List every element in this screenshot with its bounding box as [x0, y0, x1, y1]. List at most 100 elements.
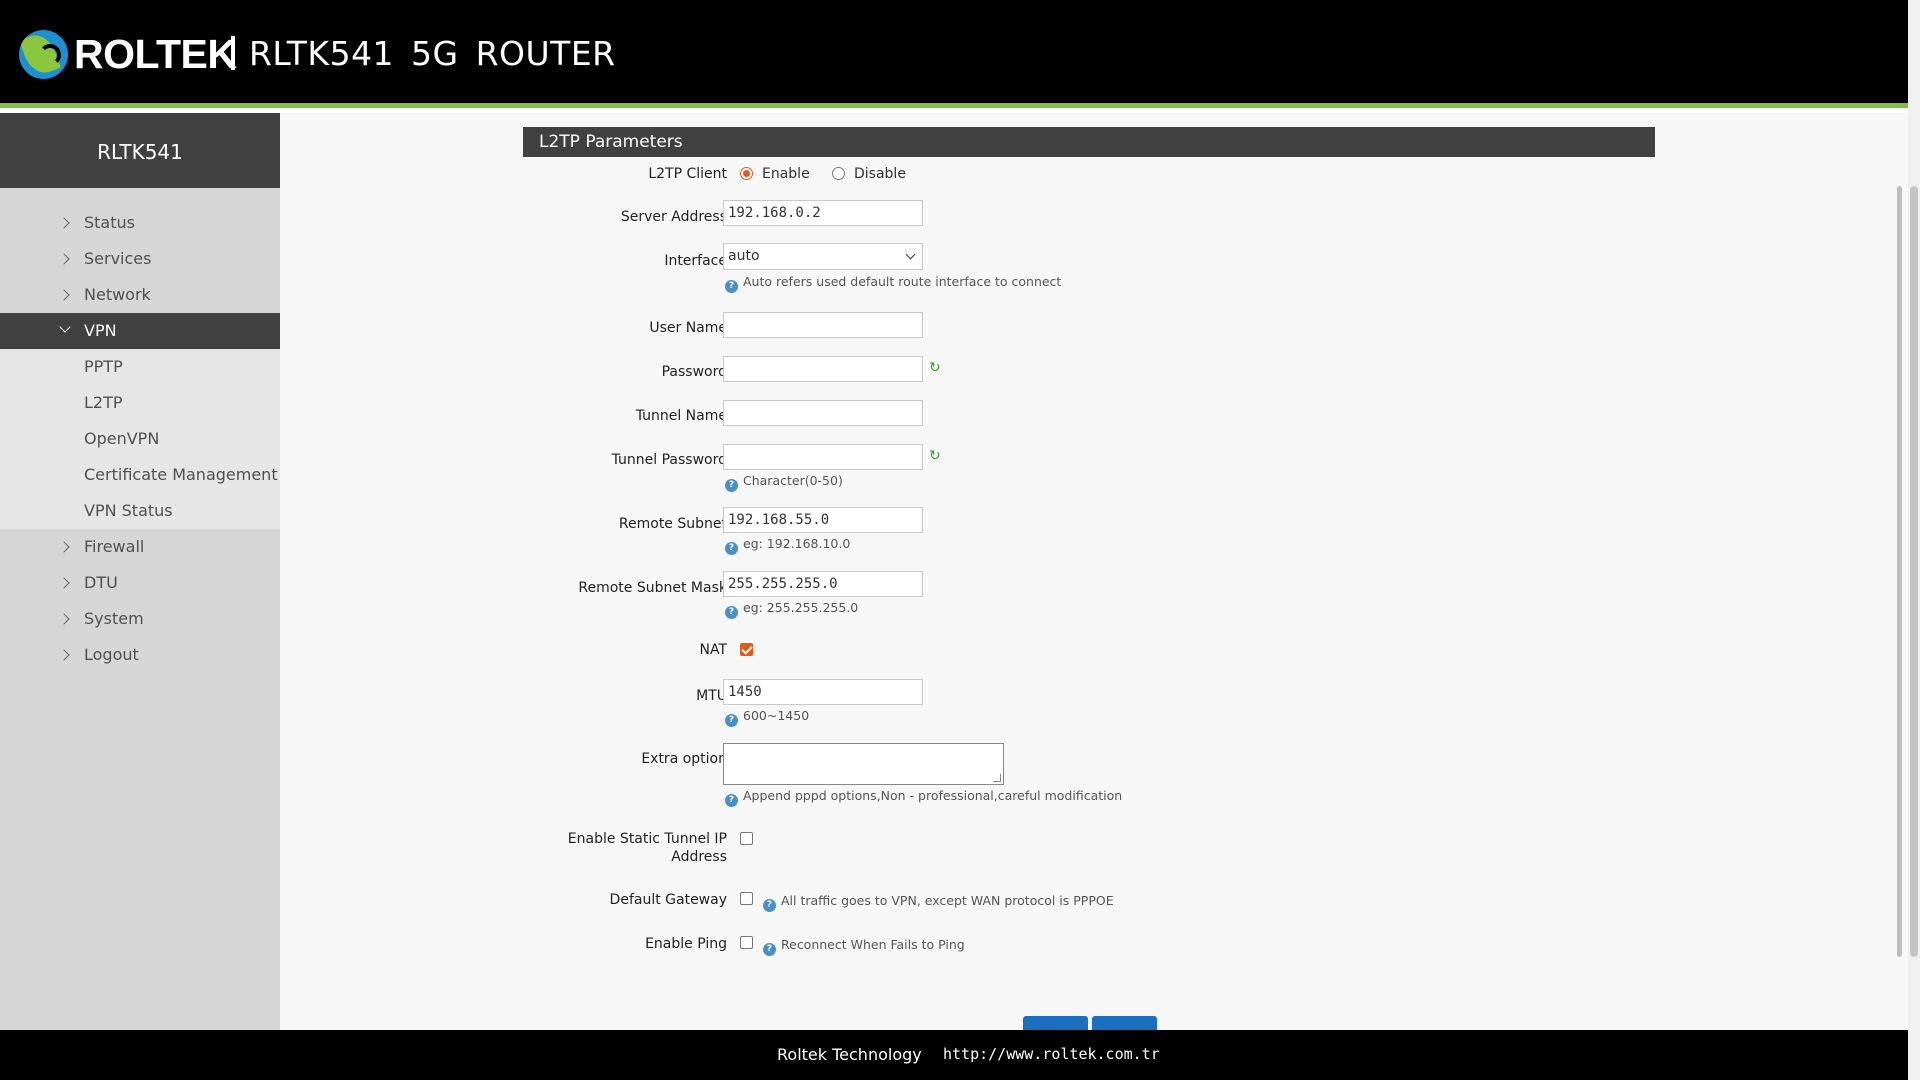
sidebar-item-logout[interactable]: Logout [0, 637, 280, 673]
chevron-right-icon [58, 253, 70, 265]
field-label-line2: Address [671, 849, 727, 865]
hint-text: Character(0-50) [743, 473, 843, 488]
hint-text: eg: 192.168.10.0 [743, 536, 851, 551]
mtu-input[interactable]: 1450 [723, 679, 923, 705]
show-password-icon[interactable]: ↻ [929, 361, 943, 375]
disable-radio-label: Disable [854, 166, 906, 182]
sidebar-item-vpn[interactable]: VPN [0, 313, 280, 349]
router-admin-page: { "header": { "brand": "ROLTEK", "model"… [0, 0, 1920, 1080]
help-icon: ? [725, 714, 738, 727]
hint-text: All traffic goes to VPN, except WAN prot… [781, 893, 1114, 908]
extra-option-textarea[interactable] [723, 743, 1004, 785]
remote-subnet-input[interactable]: 192.168.55.0 [723, 507, 923, 533]
hint-text: Reconnect When Fails to Ping [781, 937, 965, 952]
brand-name: ROLTEK [74, 31, 237, 77]
window-scrollbar[interactable] [1908, 0, 1920, 1080]
field-label: Enable Static Tunnel IP Address [527, 830, 727, 866]
interface-select-value: auto [728, 248, 760, 264]
help-icon: ? [725, 280, 738, 293]
roltek-logo-icon [19, 30, 68, 79]
sidebar-item-dtu[interactable]: DTU [0, 565, 280, 601]
field-label-line1: Enable Static Tunnel IP [567, 831, 727, 847]
user-name-input[interactable] [723, 312, 923, 338]
tunnel-name-input[interactable] [723, 400, 923, 426]
help-icon: ? [725, 542, 738, 555]
main-content: L2TP Parameters L2TP Client Enable Disab… [280, 113, 1908, 1030]
footer-url-link[interactable]: http://www.roltek.com.tr [943, 1045, 1160, 1063]
field-label: Default Gateway [609, 892, 727, 908]
default-gateway-hint: ? All traffic goes to VPN, except WAN pro… [763, 893, 1114, 912]
remote-subnet-mask-hint: ? eg: 255.255.255.0 [725, 600, 858, 619]
tunnel-password-input[interactable] [723, 444, 923, 470]
remote-subnet-hint: ? eg: 192.168.10.0 [725, 536, 850, 555]
sidebar-item-system[interactable]: System [0, 601, 280, 637]
chevron-right-icon [58, 649, 70, 661]
chevron-down-icon [59, 321, 71, 333]
sidebar-subitem-vpn-status[interactable]: VPN Status [0, 493, 280, 529]
apply-button[interactable] [1023, 1016, 1088, 1030]
sidebar-item-label: System [84, 609, 144, 628]
sidebar-subitem-openvpn[interactable]: OpenVPN [0, 421, 280, 457]
chevron-right-icon [58, 289, 70, 301]
field-label: User Name [649, 320, 727, 336]
field-label: NAT [699, 642, 727, 658]
disable-radio[interactable] [832, 167, 845, 180]
sidebar-title: RLTK541 [0, 113, 280, 188]
default-gateway-checkbox[interactable] [740, 892, 753, 905]
sidebar-item-label: Logout [84, 645, 139, 664]
hint-text: Append pppd options,Non - professional,c… [743, 788, 1123, 803]
save-button[interactable] [1092, 1016, 1157, 1030]
sidebar: RLTK541 Status Services Network VPN PPTP… [0, 113, 280, 1030]
sidebar-item-status[interactable]: Status [0, 205, 280, 241]
password-input[interactable] [723, 356, 923, 382]
sidebar-item-label: Firewall [84, 537, 145, 556]
field-label: L2TP Client [648, 166, 727, 182]
sidebar-item-label: Status [84, 213, 135, 232]
show-password-icon[interactable]: ↻ [929, 449, 943, 463]
window-scrollbar-thumb[interactable] [1910, 186, 1918, 957]
field-label: Server Address [620, 209, 727, 225]
sidebar-subitem-certificate-management[interactable]: Certificate Management [0, 457, 280, 493]
server-address-input[interactable]: 192.168.0.2 [723, 200, 923, 226]
field-label: Enable Ping [645, 936, 727, 952]
extra-option-hint: ? Append pppd options,Non - professional,… [725, 788, 1122, 807]
resize-grip-icon[interactable] [993, 774, 1001, 782]
hint-text: eg: 255.255.255.0 [743, 600, 859, 615]
static-tunnel-ip-checkbox[interactable] [740, 832, 753, 845]
sidebar-item-network[interactable]: Network [0, 277, 280, 313]
interface-select[interactable]: auto [723, 243, 923, 270]
interface-hint: ? Auto refers used default route interfac… [725, 274, 1061, 293]
vpn-submenu: PPTP L2TP OpenVPN Certificate Management… [0, 349, 280, 529]
footer: Roltek Technology http://www.roltek.com.… [0, 1030, 1908, 1080]
sidebar-item-label: Network [84, 285, 151, 304]
sidebar-item-services[interactable]: Services [0, 241, 280, 277]
enable-radio-label: Enable [762, 166, 810, 182]
field-label: Tunnel Name [635, 408, 727, 424]
sidebar-item-label: VPN [84, 321, 117, 340]
sidebar-item-label: DTU [84, 573, 118, 592]
field-label: Remote Subnet Mask [578, 580, 727, 596]
hint-text: Auto refers used default route interface… [743, 274, 1062, 289]
sidebar-subitem-l2tp[interactable]: L2TP [0, 385, 280, 421]
field-label: Remote Subnet [618, 516, 727, 532]
hint-text: 600~1450 [743, 708, 810, 723]
chevron-right-icon [58, 613, 70, 625]
sidebar-subitem-pptp[interactable]: PPTP [0, 349, 280, 385]
chevron-right-icon [58, 217, 70, 229]
content-scrollbar-thumb[interactable] [1897, 186, 1902, 957]
enable-radio[interactable] [740, 167, 753, 180]
enable-ping-checkbox[interactable] [740, 936, 753, 949]
nat-checkbox[interactable] [740, 643, 753, 656]
sidebar-nav: Status Services Network VPN PPTP L2TP Op… [0, 205, 280, 673]
help-icon: ? [725, 479, 738, 492]
field-label: Password [661, 364, 727, 380]
field-label: Interface [664, 253, 727, 269]
help-icon: ? [725, 606, 738, 619]
remote-subnet-mask-input[interactable]: 255.255.255.0 [723, 571, 923, 597]
top-header: ROLTEK RLTK541 5G ROUTER [0, 0, 1908, 108]
field-label: Extra option [641, 751, 727, 767]
header-divider [231, 36, 235, 70]
tunnel-password-hint: ? Character(0-50) [725, 473, 843, 492]
sidebar-item-firewall[interactable]: Firewall [0, 529, 280, 565]
help-icon: ? [725, 794, 738, 807]
